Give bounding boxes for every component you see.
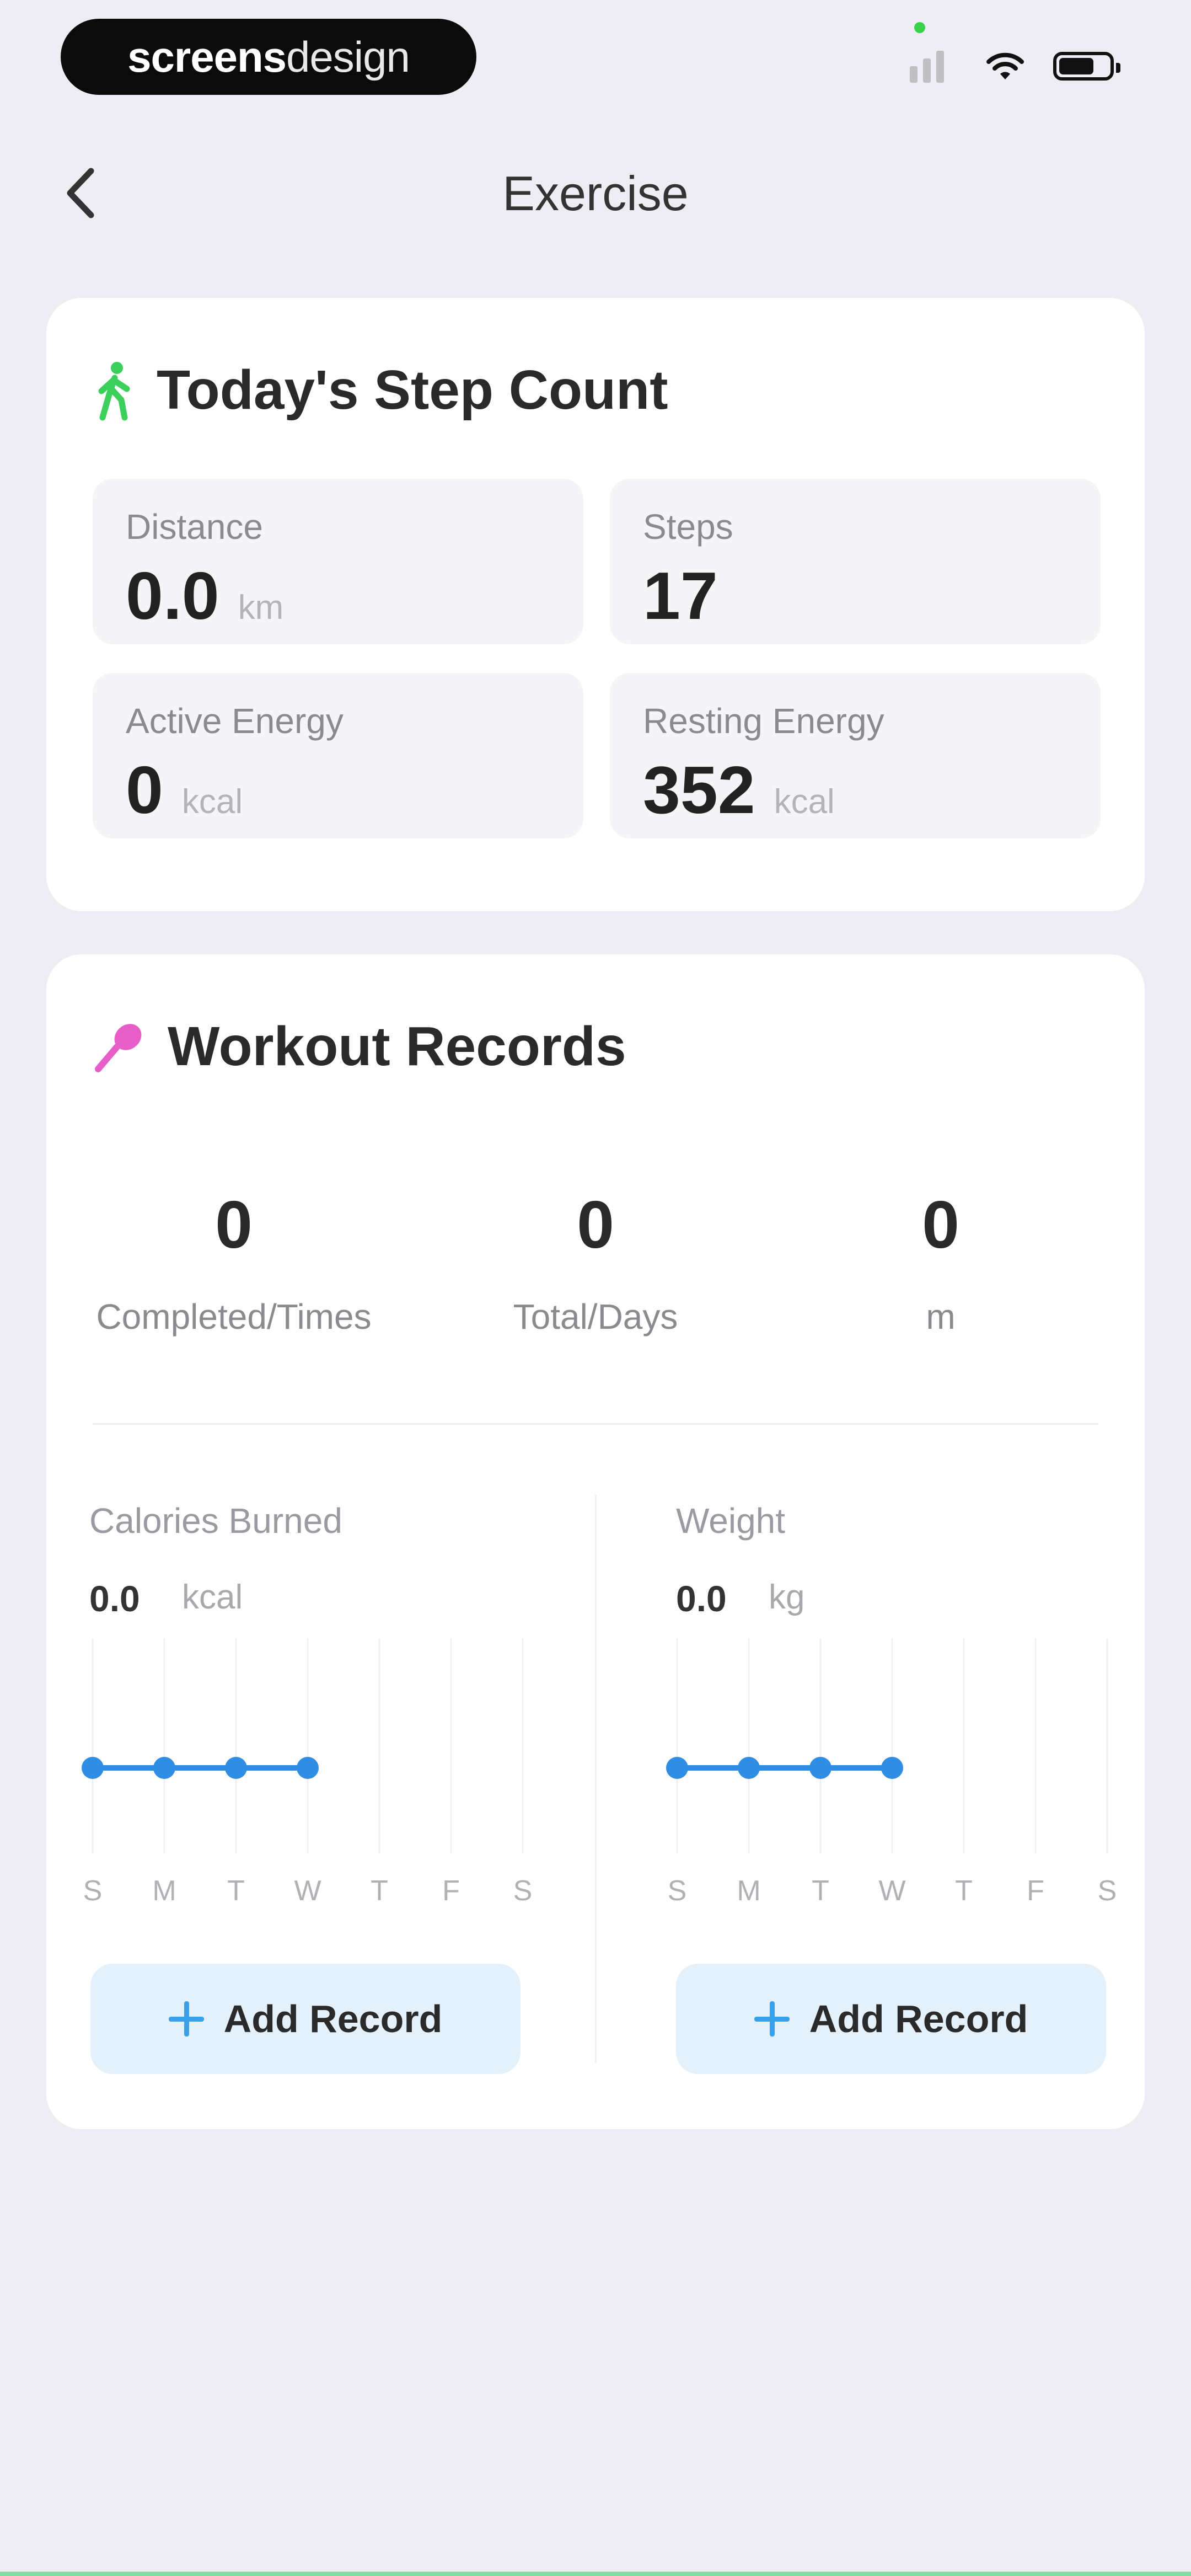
chart-point [225,1757,247,1779]
tile-unit: km [238,589,284,627]
chart-point [153,1757,175,1779]
chart-tick-label: M [152,1875,176,1907]
tile-label: Resting Energy [643,701,884,741]
add-record-label: Add Record [223,1997,443,2040]
step-count-card: Today's Step Count Distance 0.0 km Steps… [46,298,1145,911]
stat-value: 0 [215,1187,253,1262]
chart-point [738,1757,760,1779]
add-calories-record-button[interactable]: Add Record [90,1964,521,2074]
badminton-racket-icon [95,1023,142,1072]
stat-total-days: 0 Total/Days [425,1186,766,1337]
bottom-edge [0,2572,1191,2576]
plus-icon [754,2001,790,2037]
wifi-icon [986,52,1024,79]
stats-divider [93,1423,1098,1425]
tile-label: Active Energy [126,701,344,741]
calories-unit: kcal [182,1578,243,1616]
tile-active-energy: Active Energy 0 kcal [93,673,583,838]
chart-tick-label: S [83,1875,103,1907]
weight-unit: kg [769,1578,805,1616]
tile-label: Distance [126,507,263,547]
add-weight-record-button[interactable]: Add Record [676,1964,1106,2074]
tile-unit: kcal [774,783,835,821]
chart-tick-label: W [294,1875,321,1907]
brand-bold: screens [127,32,287,81]
tile-steps: Steps 17 [610,479,1101,644]
tile-resting-energy: Resting Energy 352 kcal [610,673,1101,838]
chart-tick-label: M [737,1875,760,1907]
status-icons [910,22,1120,88]
weight-label: Weight [676,1501,786,1541]
chart-tick-label: F [1027,1875,1044,1907]
stat-label: Total/Days [513,1297,678,1337]
chart-tick-label: F [442,1875,460,1907]
workout-card-header: Workout Records [93,1015,626,1078]
cellular-signal-icon [910,22,957,83]
tile-value: 0 [126,752,163,827]
charts-divider [595,1495,597,2063]
chart-tick-label: S [513,1875,533,1907]
tile-value: 17 [643,558,718,633]
tile-value: 352 [643,752,755,827]
stat-value: 0 [922,1187,959,1262]
chart-tick-label: T [227,1875,245,1907]
chart-tick-label: T [955,1875,973,1907]
tile-unit: kcal [181,783,243,821]
page-title: Exercise [502,166,689,221]
chart-tick-label: S [1098,1875,1117,1907]
chart-point [809,1757,831,1779]
walking-person-icon [98,361,130,420]
weight-value: 0.0 [676,1578,727,1619]
workout-records-card: Workout Records 0 Completed/Times 0 Tota… [46,954,1145,2129]
brand-light: design [286,32,410,81]
stat-label: m [926,1297,956,1337]
chart-tick-label: S [668,1875,687,1907]
tile-value: 0.0 [126,558,219,633]
chart-point [297,1757,319,1779]
calories-chart: SMTWTFS [82,1638,533,1907]
chart-point [881,1757,903,1779]
workout-card-title: Workout Records [168,1016,626,1077]
calories-label: Calories Burned [89,1501,342,1541]
battery-icon [1053,52,1120,81]
brand-logo: screens design [61,19,476,95]
chart-tick-label: T [812,1875,829,1907]
calories-value: 0.0 [89,1578,140,1619]
plus-icon [168,2001,204,2037]
chart-tick-label: W [878,1875,905,1907]
stat-distance: 0 m [770,1186,1112,1337]
weight-chart: SMTWTFS [666,1638,1117,1907]
chart-tick-label: T [371,1875,388,1907]
step-card-title: Today's Step Count [157,359,668,421]
step-card-header: Today's Step Count [93,359,668,422]
stat-completed: 0 Completed/Times [63,1186,405,1337]
stat-label: Completed/Times [96,1297,372,1337]
chart-point [82,1757,104,1779]
tile-label: Steps [643,507,733,547]
tile-distance: Distance 0.0 km [93,479,583,644]
stat-value: 0 [577,1187,614,1262]
exercise-screen: screens design Exercise Today's Step Coun… [0,0,1191,2576]
add-record-label: Add Record [809,1997,1028,2040]
chart-point [666,1757,688,1779]
